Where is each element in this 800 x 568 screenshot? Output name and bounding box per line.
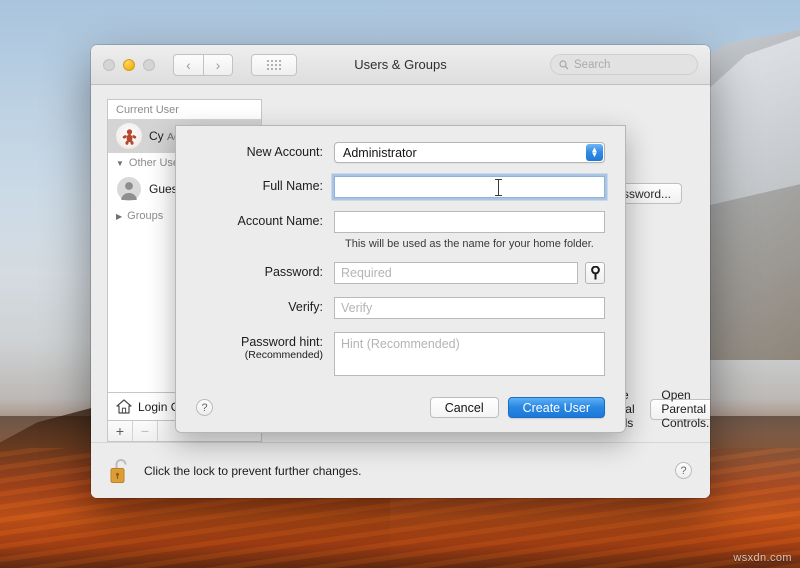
password-placeholder: Required bbox=[341, 266, 392, 280]
remove-user-button[interactable]: − bbox=[133, 421, 158, 441]
new-account-value: Administrator bbox=[343, 145, 417, 160]
groups-label: Groups bbox=[127, 210, 164, 222]
close-button-icon[interactable] bbox=[103, 58, 115, 71]
avatar-guest bbox=[116, 176, 142, 202]
field-row-verify: Verify: Verify bbox=[196, 297, 605, 319]
full-name-control bbox=[334, 176, 605, 198]
account-name-input[interactable] bbox=[334, 211, 605, 233]
chevron-updown-icon: ▲ ▼ bbox=[586, 144, 603, 161]
show-all-button[interactable] bbox=[251, 53, 297, 76]
field-row-password-hint: Password hint: (Recommended) Hint (Recom… bbox=[196, 332, 605, 376]
new-account-control: Administrator ▲ ▼ bbox=[334, 142, 605, 163]
full-name-input[interactable] bbox=[334, 176, 605, 198]
current-user-header: Current User bbox=[116, 104, 179, 116]
disclosure-triangle-right-icon: ▶ bbox=[116, 211, 123, 221]
traffic-light-group bbox=[103, 58, 155, 71]
home-icon bbox=[116, 399, 132, 414]
field-row-full-name: Full Name: bbox=[196, 176, 605, 198]
new-account-sheet: New Account: Administrator ▲ ▼ Full Name… bbox=[175, 125, 626, 433]
disclosure-triangle-down-icon: ▼ bbox=[116, 158, 124, 168]
password-hint-input[interactable]: Hint (Recommended) bbox=[334, 332, 605, 376]
avatar-cy bbox=[116, 123, 142, 149]
search-field[interactable]: Search bbox=[550, 54, 698, 75]
window-body: Current User Cy ▼ Other Users Guest ▶ Gr… bbox=[91, 85, 710, 498]
verify-control: Verify bbox=[334, 297, 605, 319]
new-account-label: New Account: bbox=[246, 145, 323, 159]
new-account-popup-button[interactable]: Administrator ▲ ▼ bbox=[334, 142, 605, 163]
search-placeholder: Search bbox=[574, 58, 611, 71]
back-button[interactable]: ‹ bbox=[173, 53, 203, 76]
lock-message: Click the lock to prevent further change… bbox=[144, 463, 362, 478]
password-hint-label-main: Password hint: bbox=[241, 335, 323, 349]
field-row-password: Password: Required bbox=[196, 262, 605, 284]
field-row-account-name: Account Name: bbox=[196, 211, 605, 233]
forward-button[interactable]: › bbox=[203, 53, 233, 76]
password-hint-label: Password hint: (Recommended) bbox=[196, 332, 334, 361]
search-icon bbox=[559, 59, 569, 69]
users-and-groups-window: ‹ › Users & Groups Search Current User C… bbox=[91, 45, 710, 498]
chevron-right-icon: › bbox=[215, 56, 221, 73]
password-hint-control: Hint (Recommended) bbox=[334, 332, 605, 376]
password-control: Required bbox=[334, 262, 605, 284]
create-user-button[interactable]: Create User bbox=[507, 397, 605, 418]
open-parental-controls-button[interactable]: Open Parental Controls... bbox=[650, 388, 710, 430]
cancel-button[interactable]: Cancel bbox=[429, 397, 499, 418]
zoom-button-icon[interactable] bbox=[143, 58, 155, 71]
verify-placeholder: Verify bbox=[341, 301, 373, 315]
account-name-label: Account Name: bbox=[237, 214, 323, 228]
sheet-help-button[interactable]: ? bbox=[196, 399, 213, 416]
password-assistant-button[interactable] bbox=[585, 262, 605, 284]
gingerbread-avatar-icon bbox=[122, 128, 136, 145]
text-cursor-icon bbox=[495, 179, 502, 196]
full-name-label: Full Name: bbox=[262, 179, 323, 193]
minimize-button-icon[interactable] bbox=[123, 58, 135, 71]
desktop-wallpaper: wsxdn.com ‹ › Users & Groups Search Curr… bbox=[0, 0, 800, 568]
chevron-left-icon: ‹ bbox=[186, 56, 191, 73]
verify-input[interactable]: Verify bbox=[334, 297, 605, 319]
password-label: Password: bbox=[264, 265, 323, 279]
user-name: Cy bbox=[149, 128, 164, 143]
account-name-control bbox=[334, 211, 605, 233]
verify-label: Verify: bbox=[288, 300, 323, 314]
unlocked-padlock-icon[interactable] bbox=[109, 457, 132, 484]
password-hint-label-sub: (Recommended) bbox=[244, 349, 323, 361]
account-name-helper-text: This will be used as the name for your h… bbox=[345, 238, 594, 250]
site-watermark: wsxdn.com bbox=[733, 552, 792, 564]
key-icon bbox=[590, 266, 600, 280]
navigation-buttons: ‹ › bbox=[173, 53, 233, 76]
person-silhouette-icon bbox=[117, 177, 141, 201]
window-help-button[interactable]: ? bbox=[675, 462, 692, 479]
window-titlebar: ‹ › Users & Groups Search bbox=[91, 45, 710, 85]
field-row-new-account: New Account: Administrator ▲ ▼ bbox=[196, 142, 605, 163]
lock-footer: Click the lock to prevent further change… bbox=[91, 442, 710, 498]
password-hint-placeholder: Hint (Recommended) bbox=[341, 337, 460, 351]
add-user-button[interactable]: + bbox=[108, 421, 133, 441]
grid-icon bbox=[267, 59, 281, 70]
sheet-footer: ? Cancel Create User bbox=[196, 397, 605, 432]
password-input[interactable]: Required bbox=[334, 262, 578, 284]
